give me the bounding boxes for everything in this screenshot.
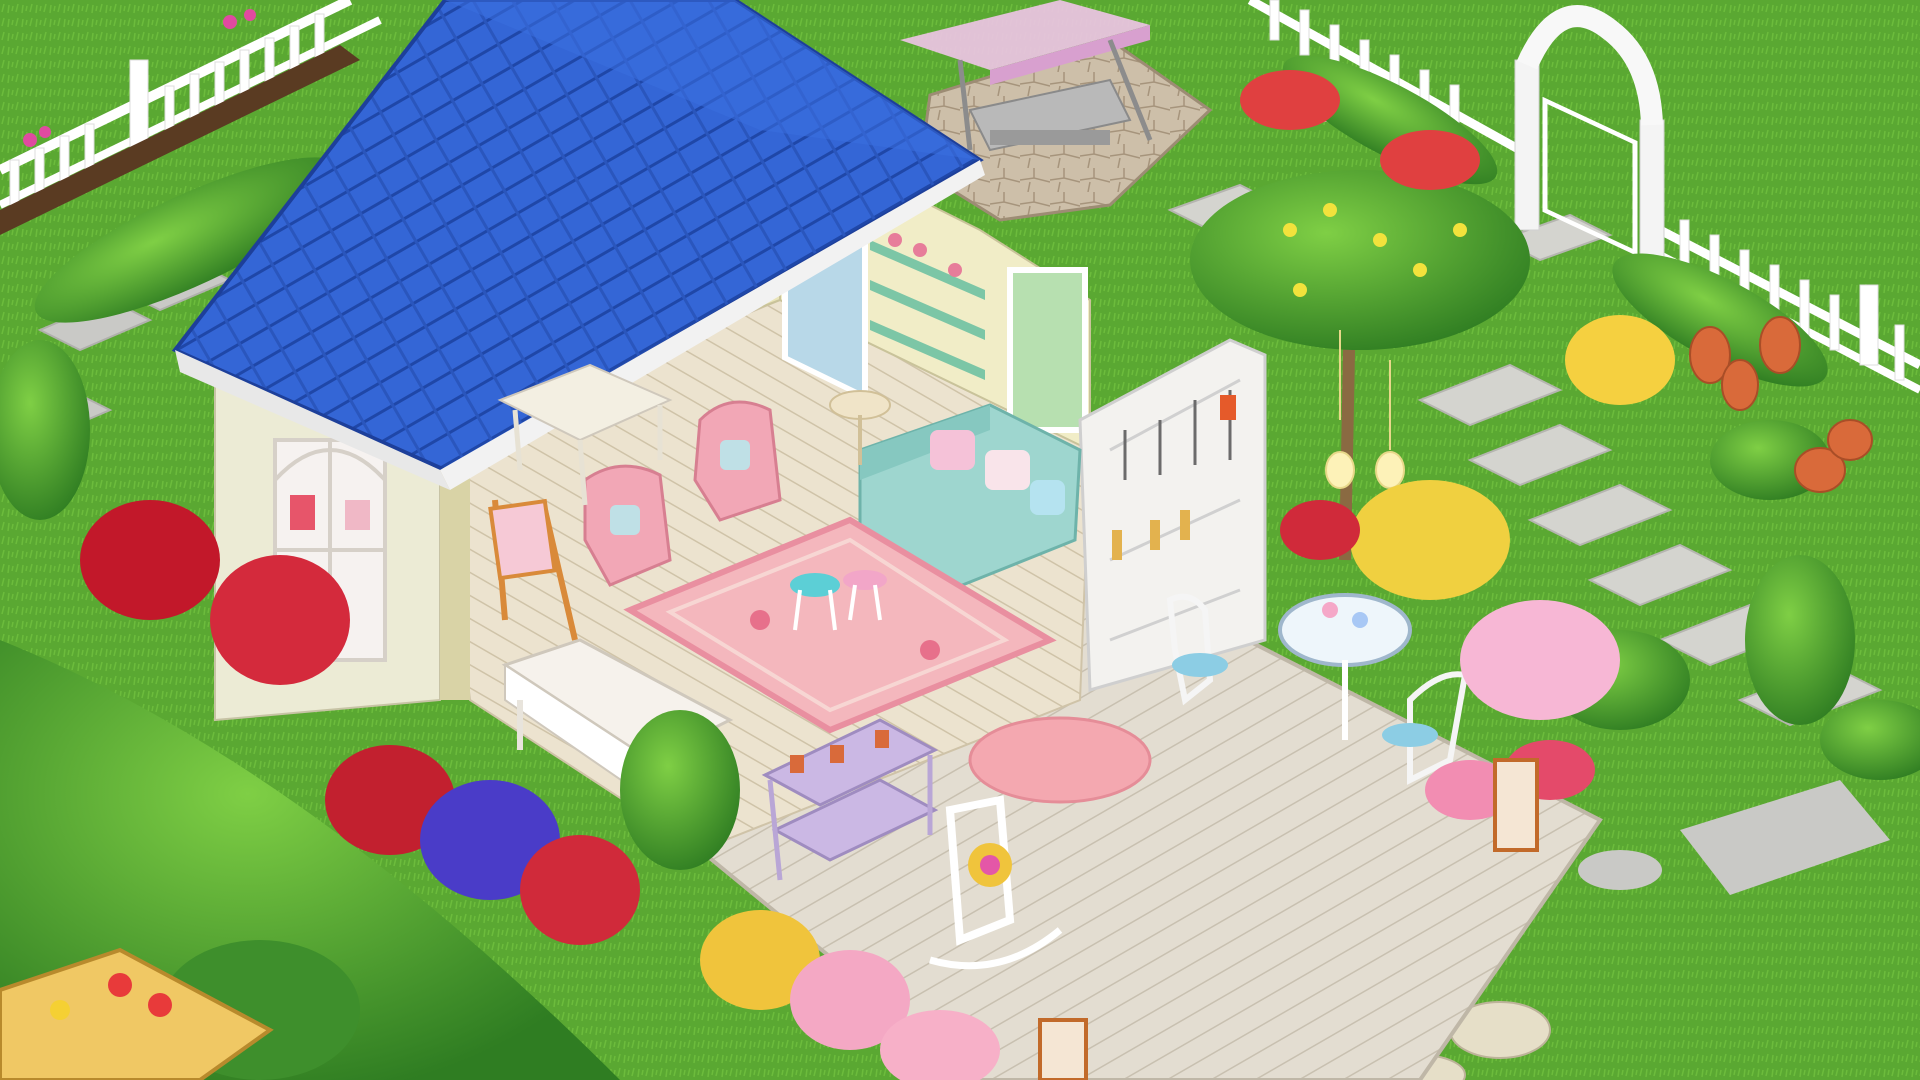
pink-armchair[interactable] bbox=[693, 400, 782, 522]
oval-rug bbox=[968, 716, 1152, 804]
scene-canvas bbox=[0, 0, 1920, 1080]
garden-game-scene bbox=[0, 0, 1920, 1080]
